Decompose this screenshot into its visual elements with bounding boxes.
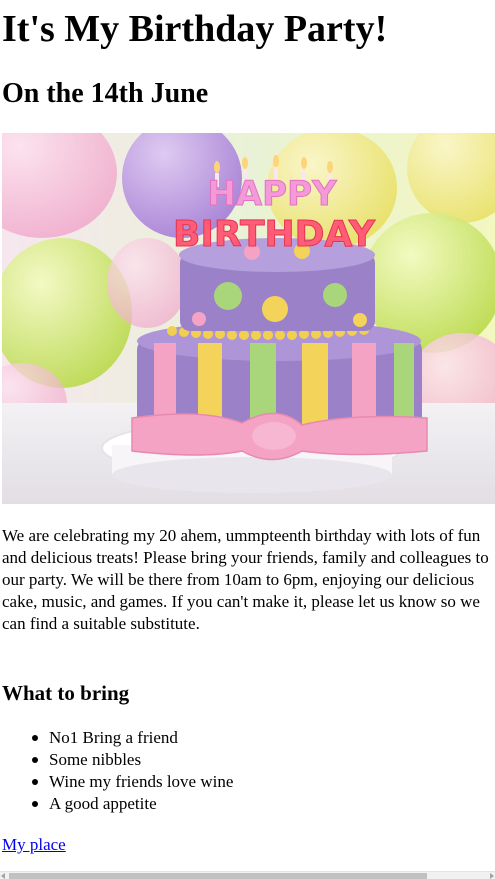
what-to-bring-heading: What to bring [2, 681, 130, 705]
topper-happy: HAPPY [207, 174, 337, 214]
page-title: It's My Birthday Party! [2, 8, 388, 50]
scrollbar-thumb[interactable] [9, 873, 427, 879]
list-item: A good appetite [31, 793, 233, 815]
scroll-left-arrow-icon[interactable] [1, 873, 5, 879]
intro-paragraph: We are celebrating my 20 ahem, ummpteent… [2, 526, 489, 633]
my-place-link[interactable]: My place [2, 834, 66, 856]
list-item: No1 Bring a friend [31, 727, 233, 749]
page-subtitle: On the 14th June [2, 78, 209, 109]
horizontal-scrollbar[interactable] [0, 871, 495, 879]
list-item: Wine my friends love wine [31, 772, 234, 791]
birthday-cake-image: HAPPY BIRTHDAY [2, 133, 495, 504]
scroll-right-arrow-icon[interactable] [490, 873, 494, 879]
list-item: Some nibbles [31, 749, 233, 771]
bring-list: No1 Bring a friend Some nibbles Wine my … [31, 727, 234, 815]
topper-birthday: BIRTHDAY [173, 214, 376, 255]
